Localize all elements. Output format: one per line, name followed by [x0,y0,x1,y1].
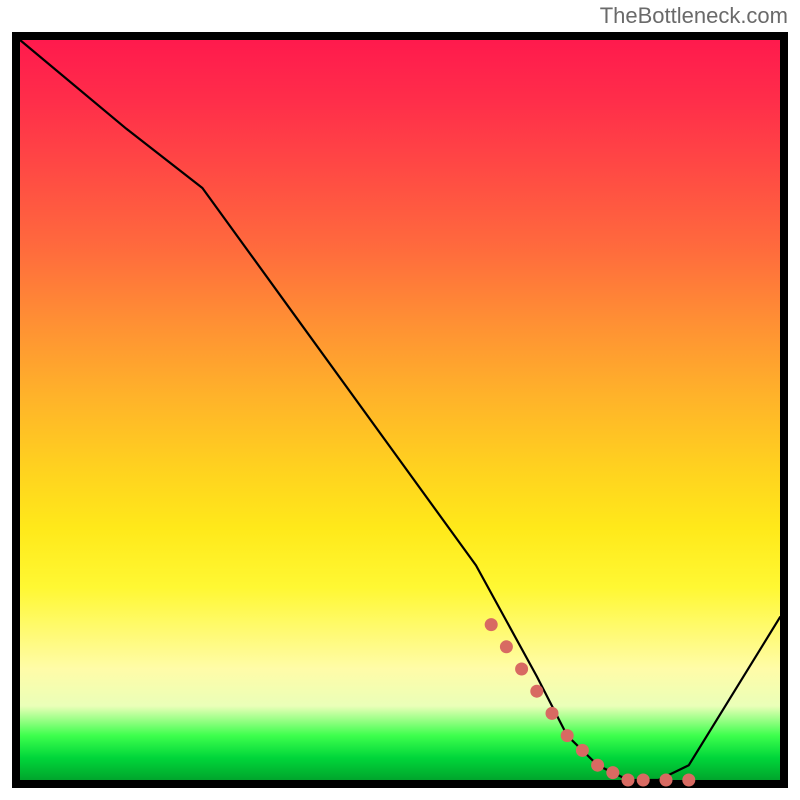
watermark-text: TheBottleneck.com [600,3,788,29]
marker-dot [682,774,695,787]
marker-dot [576,744,589,757]
marker-dot [485,618,498,631]
plot-overlay [20,40,780,780]
marker-dot [622,774,635,787]
marker-dot [546,707,559,720]
marker-dot [530,685,543,698]
marker-dot [515,663,528,676]
marker-dot [591,759,604,772]
marker-dot [637,774,650,787]
curve-line [20,40,780,780]
marker-dot [500,640,513,653]
marker-dot [660,774,673,787]
marker-dot [606,766,619,779]
curve-markers [485,618,696,786]
marker-dot [561,729,574,742]
plot-frame [12,32,788,788]
figure-root: TheBottleneck.com [0,0,800,800]
